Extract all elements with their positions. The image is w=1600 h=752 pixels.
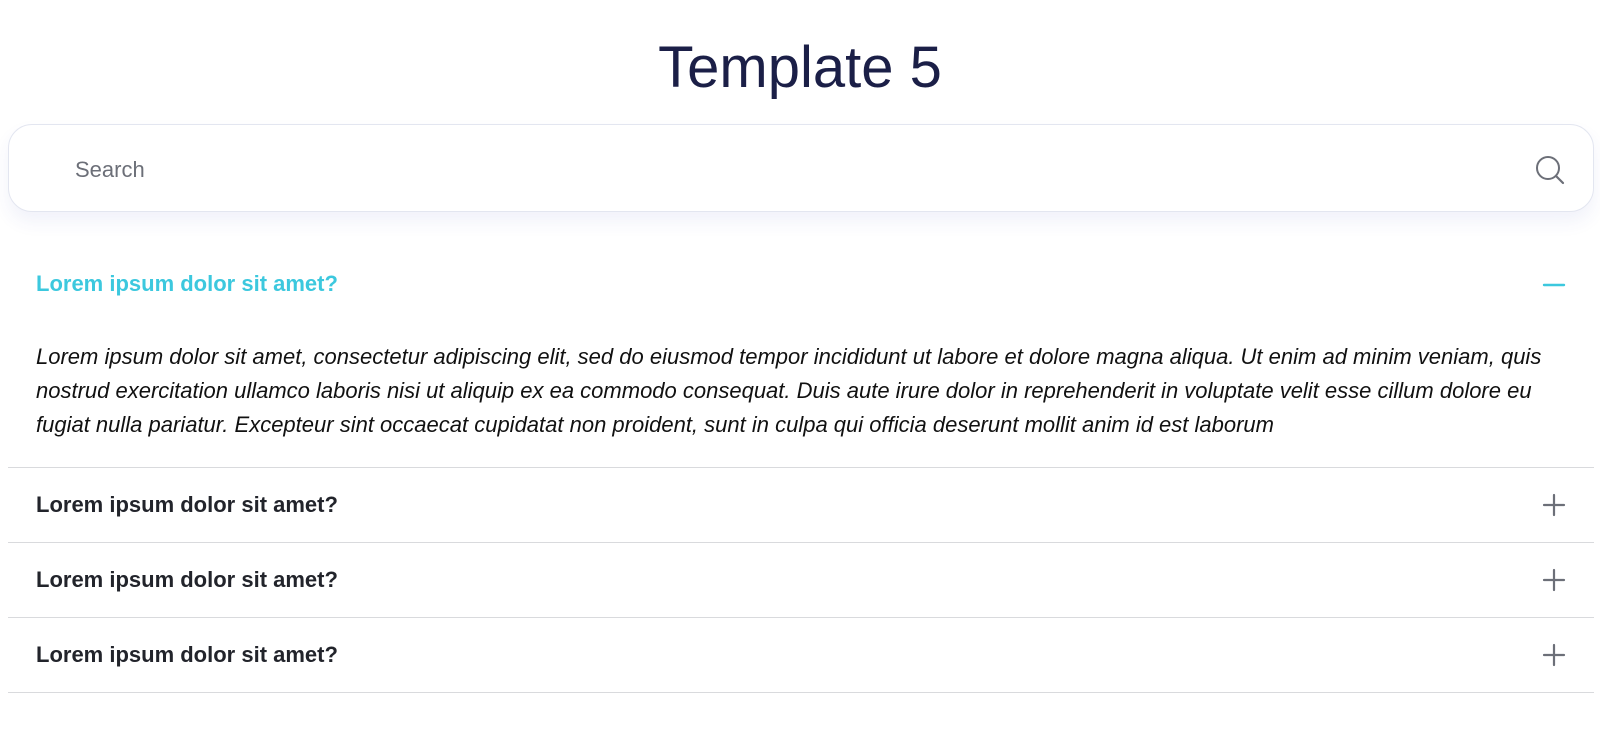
faq-question: Lorem ipsum dolor sit amet? [36, 492, 338, 517]
faq-item: Lorem ipsum dolor sit amet? [8, 468, 1594, 543]
faq-list: Lorem ipsum dolor sit amet? Lorem ipsum … [8, 248, 1594, 693]
faq-answer: Lorem ipsum dolor sit amet, consectetur … [36, 344, 1542, 437]
plus-icon[interactable] [1542, 568, 1566, 592]
minus-icon[interactable] [1542, 273, 1566, 297]
faq-item: Lorem ipsum dolor sit amet? Lorem ipsum … [8, 248, 1594, 468]
faq-question: Lorem ipsum dolor sit amet? [36, 642, 338, 667]
plus-icon[interactable] [1542, 643, 1566, 667]
search-icon[interactable] [1535, 155, 1565, 185]
faq-item: Lorem ipsum dolor sit amet? [8, 618, 1594, 693]
faq-toggle-1[interactable]: Lorem ipsum dolor sit amet? [8, 248, 1594, 320]
faq-page: Template 5 Lorem ipsum dolor sit amet? L… [0, 0, 1600, 752]
faq-toggle-2[interactable]: Lorem ipsum dolor sit amet? [8, 468, 1594, 542]
faq-toggle-4[interactable]: Lorem ipsum dolor sit amet? [8, 618, 1594, 692]
search-bar[interactable] [8, 124, 1594, 212]
faq-toggle-3[interactable]: Lorem ipsum dolor sit amet? [8, 543, 1594, 617]
faq-question: Lorem ipsum dolor sit amet? [36, 271, 338, 296]
search-input[interactable] [73, 147, 1457, 193]
plus-icon[interactable] [1542, 493, 1566, 517]
faq-item: Lorem ipsum dolor sit amet? [8, 543, 1594, 618]
faq-question: Lorem ipsum dolor sit amet? [36, 567, 338, 592]
page-title: Template 5 [658, 35, 942, 100]
